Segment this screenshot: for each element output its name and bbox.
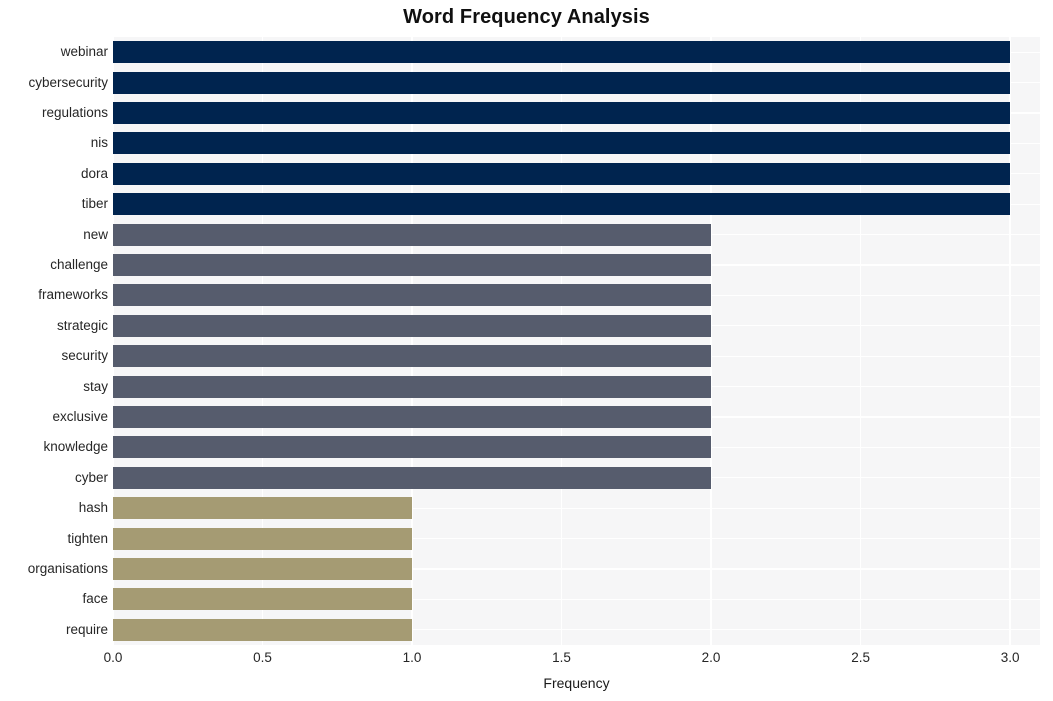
y-tick-label: tiber — [81, 196, 108, 212]
bar — [113, 618, 413, 641]
y-tick-label: face — [82, 591, 108, 607]
y-tick-label: new — [83, 226, 108, 242]
bar — [113, 588, 413, 611]
x-gridline — [411, 37, 413, 645]
bar — [113, 527, 413, 550]
y-tick-label: nis — [90, 135, 108, 151]
word-frequency-chart-figure: Word Frequency Analysis webinar cybersecu… — [0, 0, 1053, 701]
plot-area — [113, 37, 1040, 645]
bar — [113, 375, 712, 398]
chart-title: Word Frequency Analysis — [403, 6, 650, 28]
bar — [113, 254, 712, 276]
bar — [113, 223, 712, 246]
x-tick-label: 2.0 — [701, 650, 721, 665]
x-tick-label: 0.0 — [103, 650, 123, 665]
bar — [113, 193, 1011, 216]
x-gridline — [710, 37, 712, 645]
bar — [113, 284, 712, 307]
y-tick-label: stay — [83, 378, 108, 394]
y-tick-label: dora — [80, 165, 108, 181]
y-tick-label: strategic — [56, 317, 108, 333]
x-tick-label: 3.0 — [1000, 650, 1020, 665]
x-gridline — [859, 37, 862, 645]
y-axis-tick-labels: webinar cybersecurity regulations nis dora ti… — [0, 37, 108, 645]
y-tick-label: cyber — [74, 469, 108, 485]
y-tick-label: exclusive — [52, 409, 108, 424]
bar — [113, 436, 712, 459]
y-tick-label: tighten — [67, 530, 108, 546]
x-axis-tick-labels: 0.0 0.5 1.0 1.5 2.0 2.5 3.0 — [104, 650, 1040, 670]
x-tick-label: 2.5 — [851, 650, 870, 665]
bar — [113, 466, 712, 489]
y-tick-label: require — [65, 621, 108, 637]
x-gridline — [1009, 37, 1011, 645]
bar — [113, 558, 413, 580]
x-axis-label: Frequency — [543, 675, 610, 691]
x-gridline — [560, 37, 563, 645]
bar — [113, 71, 1011, 94]
x-tick-label: 1.5 — [552, 650, 571, 665]
y-tick-label: hash — [78, 500, 108, 516]
x-gridline — [261, 37, 264, 645]
bar — [113, 102, 1011, 124]
y-tick-label: knowledge — [43, 439, 108, 455]
y-tick-label: regulations — [41, 105, 108, 120]
bar — [113, 132, 1011, 155]
x-tick-label: 0.5 — [253, 650, 272, 665]
bar — [113, 497, 413, 520]
x-gridline — [113, 37, 114, 645]
y-tick-label: organisations — [27, 561, 108, 576]
bar — [113, 406, 712, 428]
bar — [113, 345, 712, 368]
y-tick-label: webinar — [60, 44, 108, 60]
y-tick-label: cybersecurity — [28, 74, 108, 90]
y-tick-label: security — [61, 348, 108, 364]
x-tick-label: 1.0 — [402, 650, 422, 665]
y-tick-label: challenge — [50, 257, 108, 272]
bar — [113, 41, 1011, 64]
bar — [113, 314, 712, 337]
y-tick-label: frameworks — [38, 287, 108, 303]
bar — [113, 162, 1011, 185]
